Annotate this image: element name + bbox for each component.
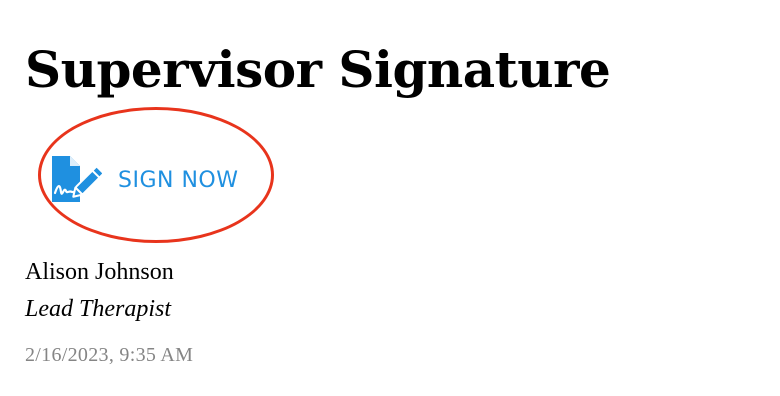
signature-panel: Supervisor Signature SIGN NOW Alison Joh…: [0, 0, 780, 396]
signature-timestamp: 2/16/2023, 9:35 AM: [25, 344, 194, 366]
sign-now-button[interactable]: SIGN NOW: [46, 150, 238, 210]
signer-role: Lead Therapist: [25, 296, 172, 322]
page-title: Supervisor Signature: [25, 40, 611, 99]
signer-name: Alison Johnson: [25, 259, 174, 285]
sign-now-label: SIGN NOW: [118, 167, 239, 193]
document-sign-icon: [52, 156, 102, 202]
